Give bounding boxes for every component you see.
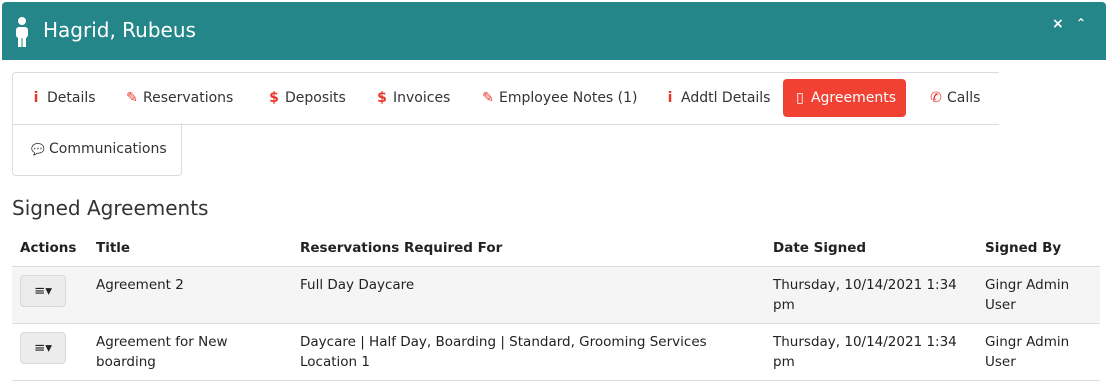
chat-icon: 💬 [31, 143, 45, 156]
tab-label: Calls [947, 90, 981, 106]
clipboard-icon: ▯ [796, 90, 804, 106]
section-title: Signed Agreements [12, 196, 209, 220]
tab-invoices[interactable]: $ Invoices [375, 79, 450, 117]
col-reservations: Reservations Required For [292, 230, 765, 267]
tab-agreements[interactable]: ▯ Agreements [783, 79, 906, 117]
info-icon: i [667, 90, 673, 106]
signed-by-cell: Gingr Admin User [977, 323, 1100, 381]
phone-icon: ✆ [930, 90, 942, 106]
actions-cell: ≡▾ [12, 323, 88, 381]
tab-bar-row2: 💬 Communications [12, 123, 182, 176]
tab-details[interactable]: i Details [29, 79, 96, 117]
tab-communications[interactable]: 💬 Communications [31, 130, 167, 168]
date-cell: Thursday, 10/14/2021 1:34 pm [765, 266, 977, 324]
col-date-signed: Date Signed [765, 230, 977, 267]
actions-menu-button[interactable]: ≡▾ [20, 275, 66, 307]
tab-deposits[interactable]: $ Deposits [267, 79, 346, 117]
tab-label: Deposits [285, 90, 346, 106]
actions-cell: ≡▾ [12, 266, 88, 324]
tab-label: Invoices [393, 90, 451, 106]
edit-icon: ✎ [126, 90, 138, 106]
close-icon[interactable]: × [1052, 16, 1064, 32]
title-cell: Agreement 2 [88, 266, 292, 324]
col-signed-by: Signed By [977, 230, 1100, 267]
table-header-row: Actions Title Reservations Required For … [12, 230, 1100, 267]
tab-label: Reservations [143, 90, 234, 106]
dollar-icon: $ [377, 90, 387, 106]
tab-label: Employee Notes (1) [499, 90, 638, 106]
col-title: Title [88, 230, 292, 267]
info-icon: i [33, 90, 39, 106]
tab-label: Addtl Details [681, 90, 771, 106]
tab-addtl-details[interactable]: i Addtl Details [663, 79, 771, 117]
tab-label: Communications [49, 141, 167, 157]
title-cell: Agreement for New boarding [88, 323, 292, 381]
tab-bar: i Details ✎ Reservations $ Deposits $ Invoic… [12, 72, 999, 125]
signed-by-cell: Gingr Admin User [977, 266, 1100, 324]
table-row: ≡▾ Agreement for New boarding Daycare | … [12, 323, 1100, 381]
customer-name: Hagrid, Rubeus [43, 18, 196, 42]
tab-label: Details [47, 90, 96, 106]
tab-reservations[interactable]: ✎ Reservations [125, 79, 233, 117]
tab-employee-notes[interactable]: ✎ Employee Notes (1) [481, 79, 638, 117]
person-icon [16, 17, 28, 47]
tab-label: Agreements [810, 90, 897, 106]
actions-menu-button[interactable]: ≡▾ [20, 332, 66, 364]
tab-calls[interactable]: ✆ Calls [929, 79, 980, 117]
col-actions: Actions [12, 230, 88, 267]
collapse-icon[interactable]: ⌃ [1076, 16, 1086, 30]
customer-header: Hagrid, Rubeus × ⌃ [2, 2, 1106, 60]
date-cell: Thursday, 10/14/2021 1:34 pm [765, 323, 977, 381]
dollar-icon: $ [269, 90, 279, 106]
reservations-cell: Full Day Daycare [292, 266, 765, 324]
reservations-cell: Daycare | Half Day, Boarding | Standard,… [292, 323, 765, 381]
pencil-icon: ✎ [482, 90, 494, 106]
table-row: ≡▾ Agreement 2 Full Day Daycare Thursday… [12, 266, 1100, 324]
agreements-table: Actions Title Reservations Required For … [12, 230, 1100, 381]
